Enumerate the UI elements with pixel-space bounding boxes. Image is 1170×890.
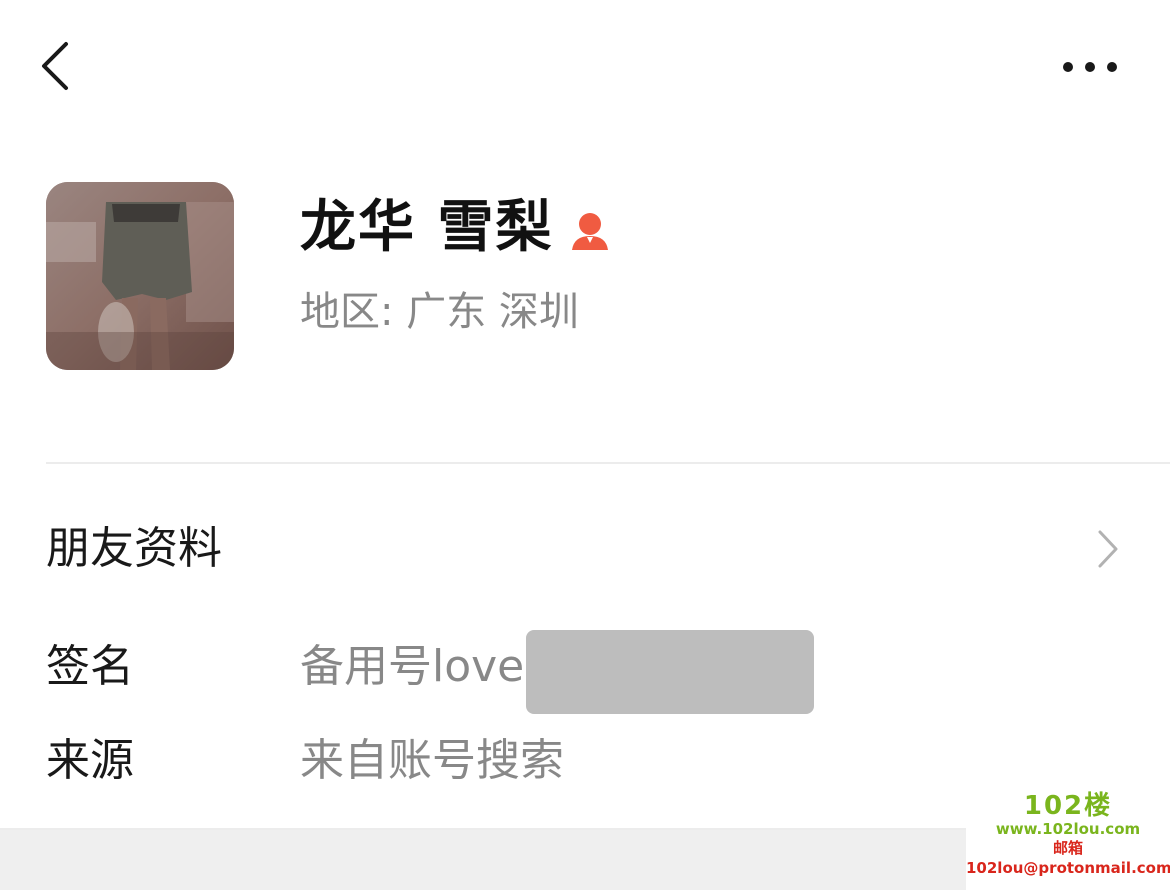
name-row: 龙华 雪梨 xyxy=(300,188,612,268)
more-button[interactable] xyxy=(1050,50,1130,84)
source-value: 来自账号搜索 xyxy=(300,735,564,786)
watermark-mail-label: 邮箱 xyxy=(1052,839,1083,857)
source-label: 来源 xyxy=(46,735,134,786)
redaction-block xyxy=(526,630,814,714)
friend-info-label: 朋友资料 xyxy=(46,523,222,574)
back-button[interactable] xyxy=(30,36,80,96)
friend-info-row[interactable]: 朋友资料 xyxy=(0,500,1170,600)
source-row: 来源 来自账号搜索 xyxy=(0,720,1170,800)
profile-page: 龙华 雪梨 地区: 广东 深圳 朋友资料 签名 备用号love 来源 来自账号搜… xyxy=(0,0,1170,890)
chevron-right-icon xyxy=(1098,530,1118,568)
signature-label: 签名 xyxy=(46,641,134,692)
profile-name: 龙华 雪梨 xyxy=(300,195,554,260)
more-dots-icon xyxy=(1063,62,1117,72)
divider xyxy=(46,462,1170,464)
signature-value: 备用号love xyxy=(300,641,525,692)
region-text: 地区: 广东 深圳 xyxy=(300,289,579,335)
female-user-icon xyxy=(568,210,612,254)
avatar[interactable] xyxy=(46,182,234,370)
avatar-photo xyxy=(46,182,234,370)
watermark: 102楼 www.102lou.com 邮箱 102lou@protonmail… xyxy=(966,790,1170,890)
watermark-url: www.102lou.com xyxy=(995,820,1141,838)
watermark-logo: 102楼 xyxy=(1023,791,1113,821)
chevron-left-icon xyxy=(42,42,68,90)
watermark-mail: 102lou@protonmail.com xyxy=(966,859,1170,877)
